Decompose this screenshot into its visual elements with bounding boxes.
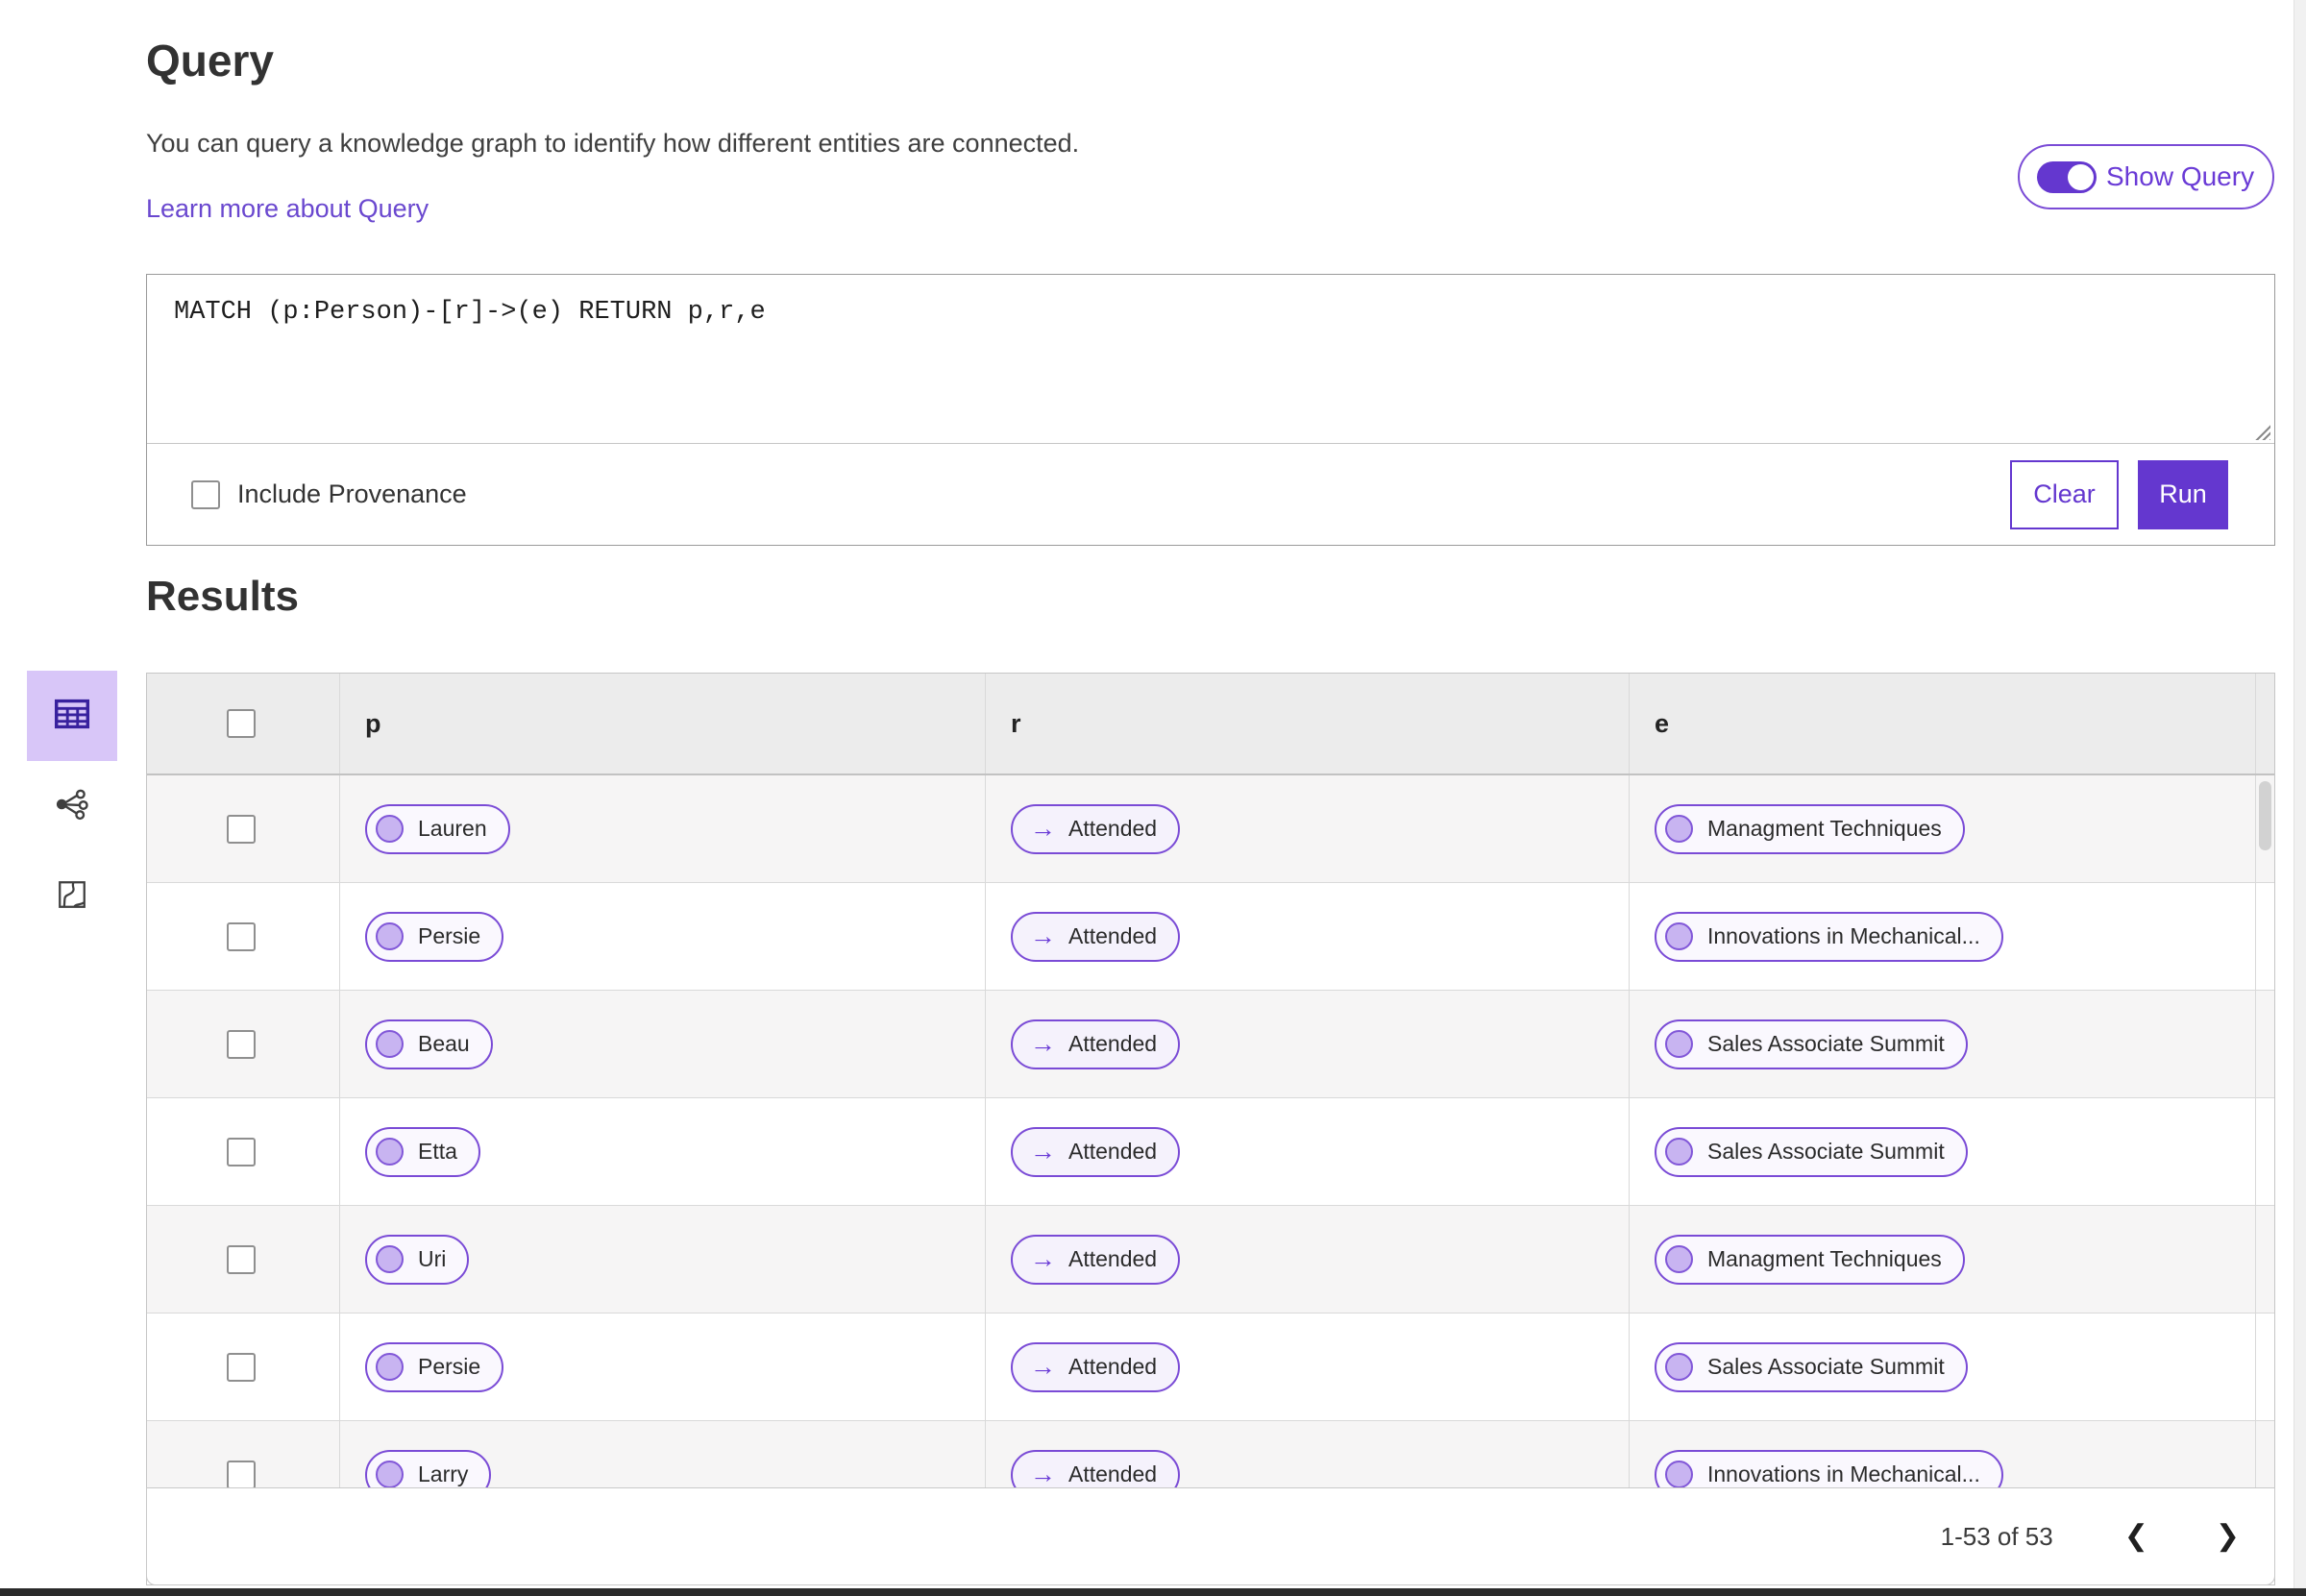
query-editor-footer: Include Provenance Clear Run	[147, 444, 2274, 545]
entity-node-icon	[376, 1138, 404, 1166]
entity-pill-p[interactable]: Etta	[365, 1126, 480, 1177]
entity-pill-e[interactable]: Managment Techniques	[1655, 1234, 1965, 1285]
pagination-prev-button[interactable]: ❮	[2119, 1521, 2154, 1552]
entity-node-icon	[376, 815, 404, 843]
table-view-button[interactable]	[27, 671, 117, 761]
table-row: Uri → Attended Managment Techniques	[147, 1206, 2274, 1314]
scrollbar-gutter	[2255, 674, 2274, 773]
entity-node-icon	[376, 922, 404, 950]
include-provenance-label: Include Provenance	[237, 479, 467, 508]
table-body: Lauren → Attended Managment Techniques P…	[147, 775, 2274, 1529]
row-checkbox[interactable]	[227, 921, 256, 951]
entity-pill-e[interactable]: Sales Associate Summit	[1655, 1019, 1968, 1069]
table-row: Beau → Attended Sales Associate Summit	[147, 991, 2274, 1098]
relation-pill[interactable]: → Attended	[1011, 1126, 1181, 1177]
entity-node-icon	[1665, 1245, 1693, 1273]
window-bottom-edge	[0, 1588, 2306, 1596]
column-header-r[interactable]: r	[985, 674, 1629, 773]
pagination-bar: 1-53 of 53 ❮ ❯	[146, 1487, 2275, 1585]
table-view-icon	[50, 692, 94, 741]
run-button[interactable]: Run	[2138, 459, 2228, 529]
clear-button[interactable]: Clear	[2010, 459, 2119, 529]
graph-view-button[interactable]	[27, 761, 117, 851]
row-checkbox[interactable]	[227, 814, 256, 844]
entity-pill-p[interactable]: Persie	[365, 911, 504, 962]
row-checkbox[interactable]	[227, 1137, 256, 1166]
learn-more-link[interactable]: Learn more about Query	[146, 194, 429, 224]
entity-node-icon	[1665, 1461, 1693, 1488]
entity-node-icon	[1665, 1030, 1693, 1058]
table-row: Persie → Attended Sales Associate Summit	[147, 1314, 2274, 1421]
relation-pill[interactable]: → Attended	[1011, 1341, 1181, 1392]
pagination-range-label: 1-53 of 53	[1940, 1521, 2053, 1551]
query-page: Query You can query a knowledge graph to…	[0, 0, 2306, 1596]
arrow-right-icon: →	[1030, 1352, 1056, 1381]
results-table: p r e Lauren → Attended Managment Techni…	[146, 673, 2275, 1585]
include-provenance-checkbox[interactable]	[191, 479, 220, 509]
entity-pill-p[interactable]: Beau	[365, 1019, 493, 1069]
entity-pill-p[interactable]: Lauren	[365, 803, 510, 854]
table-row: Persie → Attended Innovations in Mechani…	[147, 883, 2274, 991]
page-scrollbar[interactable]	[2294, 0, 2306, 1588]
relation-pill[interactable]: → Attended	[1011, 1019, 1181, 1069]
row-checkbox[interactable]	[227, 1244, 256, 1274]
query-editor-panel: MATCH (p:Person)-[r]->(e) RETURN p,r,e I…	[146, 274, 2275, 546]
select-all-checkbox[interactable]	[227, 709, 256, 738]
table-header-row: p r e	[147, 674, 2274, 775]
column-header-p[interactable]: p	[339, 674, 985, 773]
graph-view-icon	[54, 786, 90, 827]
toggle-knob	[2068, 163, 2094, 190]
relation-pill[interactable]: → Attended	[1011, 803, 1181, 854]
results-view-switcher	[27, 671, 117, 942]
row-checkbox[interactable]	[227, 1029, 256, 1059]
table-scrollbar-thumb[interactable]	[2259, 781, 2271, 850]
entity-node-icon	[376, 1353, 404, 1381]
show-query-toggle-label: Show Query	[2106, 161, 2255, 191]
show-query-toggle[interactable]: Show Query	[2018, 144, 2274, 209]
table-row: Etta → Attended Sales Associate Summit	[147, 1098, 2274, 1206]
map-view-button[interactable]	[27, 851, 117, 942]
page-description: You can query a knowledge graph to ident…	[146, 129, 1080, 158]
entity-pill-e[interactable]: Sales Associate Summit	[1655, 1341, 1968, 1392]
entity-pill-p[interactable]: Persie	[365, 1341, 504, 1392]
results-heading: Results	[146, 573, 299, 620]
query-text-input[interactable]: MATCH (p:Person)-[r]->(e) RETURN p,r,e	[147, 275, 2274, 444]
entity-node-icon	[1665, 1138, 1693, 1166]
entity-pill-e[interactable]: Innovations in Mechanical...	[1655, 911, 2003, 962]
entity-node-icon	[1665, 815, 1693, 843]
column-header-e[interactable]: e	[1629, 674, 2255, 773]
entity-node-icon	[1665, 922, 1693, 950]
arrow-right-icon: →	[1030, 1137, 1056, 1166]
pagination-next-button[interactable]: ❯	[2210, 1521, 2245, 1552]
row-checkbox[interactable]	[227, 1460, 256, 1489]
entity-pill-e[interactable]: Sales Associate Summit	[1655, 1126, 1968, 1177]
toggle-switch-icon[interactable]	[2037, 160, 2097, 193]
map-view-icon	[55, 877, 89, 917]
row-checkbox[interactable]	[227, 1352, 256, 1382]
entity-pill-p[interactable]: Uri	[365, 1234, 470, 1285]
table-row: Lauren → Attended Managment Techniques	[147, 775, 2274, 883]
relation-pill[interactable]: → Attended	[1011, 911, 1181, 962]
arrow-right-icon: →	[1030, 1029, 1056, 1058]
arrow-right-icon: →	[1030, 921, 1056, 950]
entity-node-icon	[376, 1461, 404, 1488]
relation-pill[interactable]: → Attended	[1011, 1234, 1181, 1285]
arrow-right-icon: →	[1030, 1460, 1056, 1488]
page-title: Query	[146, 36, 274, 86]
entity-node-icon	[376, 1030, 404, 1058]
entity-pill-e[interactable]: Managment Techniques	[1655, 803, 1965, 854]
entity-node-icon	[376, 1245, 404, 1273]
arrow-right-icon: →	[1030, 814, 1056, 843]
arrow-right-icon: →	[1030, 1244, 1056, 1273]
entity-node-icon	[1665, 1353, 1693, 1381]
